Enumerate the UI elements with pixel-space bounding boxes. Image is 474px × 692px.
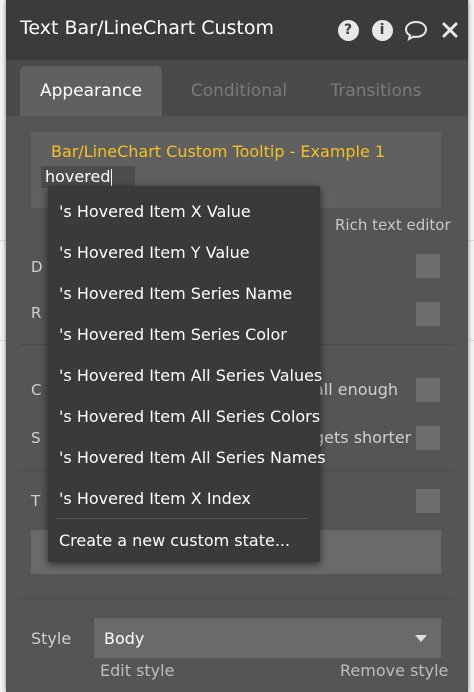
question-icon[interactable]: ? <box>336 18 360 42</box>
edit-style-link[interactable]: Edit style <box>100 661 174 680</box>
checkbox-4[interactable] <box>416 426 440 450</box>
dropdown-divider <box>56 518 308 519</box>
row-text-4: gets shorter <box>314 428 412 447</box>
row-text-3: all enough <box>314 380 398 399</box>
section-divider <box>20 598 454 599</box>
chevron-down-icon <box>415 635 427 642</box>
dropdown-item[interactable]: 's Hovered Item X Index <box>59 489 251 508</box>
text-caret <box>111 169 113 186</box>
dynamic-expression-input[interactable]: hovered <box>41 166 135 188</box>
style-value: Body <box>104 629 145 648</box>
rich-text-editor-link[interactable]: Rich text editor <box>335 216 451 234</box>
autocomplete-dropdown: 's Hovered Item X Value 's Hovered Item … <box>48 186 326 562</box>
row-label-5: T <box>31 492 41 510</box>
tab-transitions[interactable]: Transitions <box>316 66 436 116</box>
row-label-3: C <box>31 381 42 399</box>
dropdown-item[interactable]: 's Hovered Item X Value <box>59 202 251 221</box>
close-icon[interactable] <box>438 18 462 42</box>
panel-title: Text Bar/LineChart Custom <box>20 17 274 39</box>
dropdown-item[interactable]: 's Hovered Item Series Color <box>59 325 287 344</box>
comment-icon[interactable] <box>404 18 428 42</box>
tab-conditional[interactable]: Conditional <box>174 66 304 116</box>
panel-titlebar[interactable]: Text Bar/LineChart Custom ? i <box>6 0 468 60</box>
row-label-2: R <box>31 304 42 322</box>
style-label: Style <box>31 629 72 648</box>
input-value: hovered <box>45 167 111 186</box>
checkbox-1[interactable] <box>416 254 440 278</box>
tab-bar: Appearance Conditional Transitions <box>6 60 468 116</box>
tab-appearance[interactable]: Appearance <box>20 66 162 116</box>
remove-style-link[interactable]: Remove style <box>340 661 448 680</box>
row-label-1: D <box>31 258 43 276</box>
dropdown-item[interactable]: 's Hovered Item Series Name <box>59 284 292 303</box>
dropdown-item[interactable]: 's Hovered Item All Series Names <box>59 448 326 467</box>
row-label-4: S <box>31 429 41 447</box>
checkbox-3[interactable] <box>416 378 440 402</box>
style-dropdown[interactable]: Body <box>94 618 441 658</box>
info-icon[interactable]: i <box>370 18 394 42</box>
tooltip-text: Bar/LineChart Custom Tooltip - Example 1 <box>51 142 386 161</box>
dropdown-item[interactable]: 's Hovered Item All Series Colors <box>59 407 320 426</box>
checkbox-5[interactable] <box>416 489 440 513</box>
create-custom-state-item[interactable]: Create a new custom state... <box>59 531 290 550</box>
dropdown-item[interactable]: 's Hovered Item Y Value <box>59 243 250 262</box>
property-editor-panel: Text Bar/LineChart Custom ? i Appearance… <box>6 0 468 692</box>
dropdown-item[interactable]: 's Hovered Item All Series Values <box>59 366 322 385</box>
checkbox-2[interactable] <box>416 302 440 326</box>
